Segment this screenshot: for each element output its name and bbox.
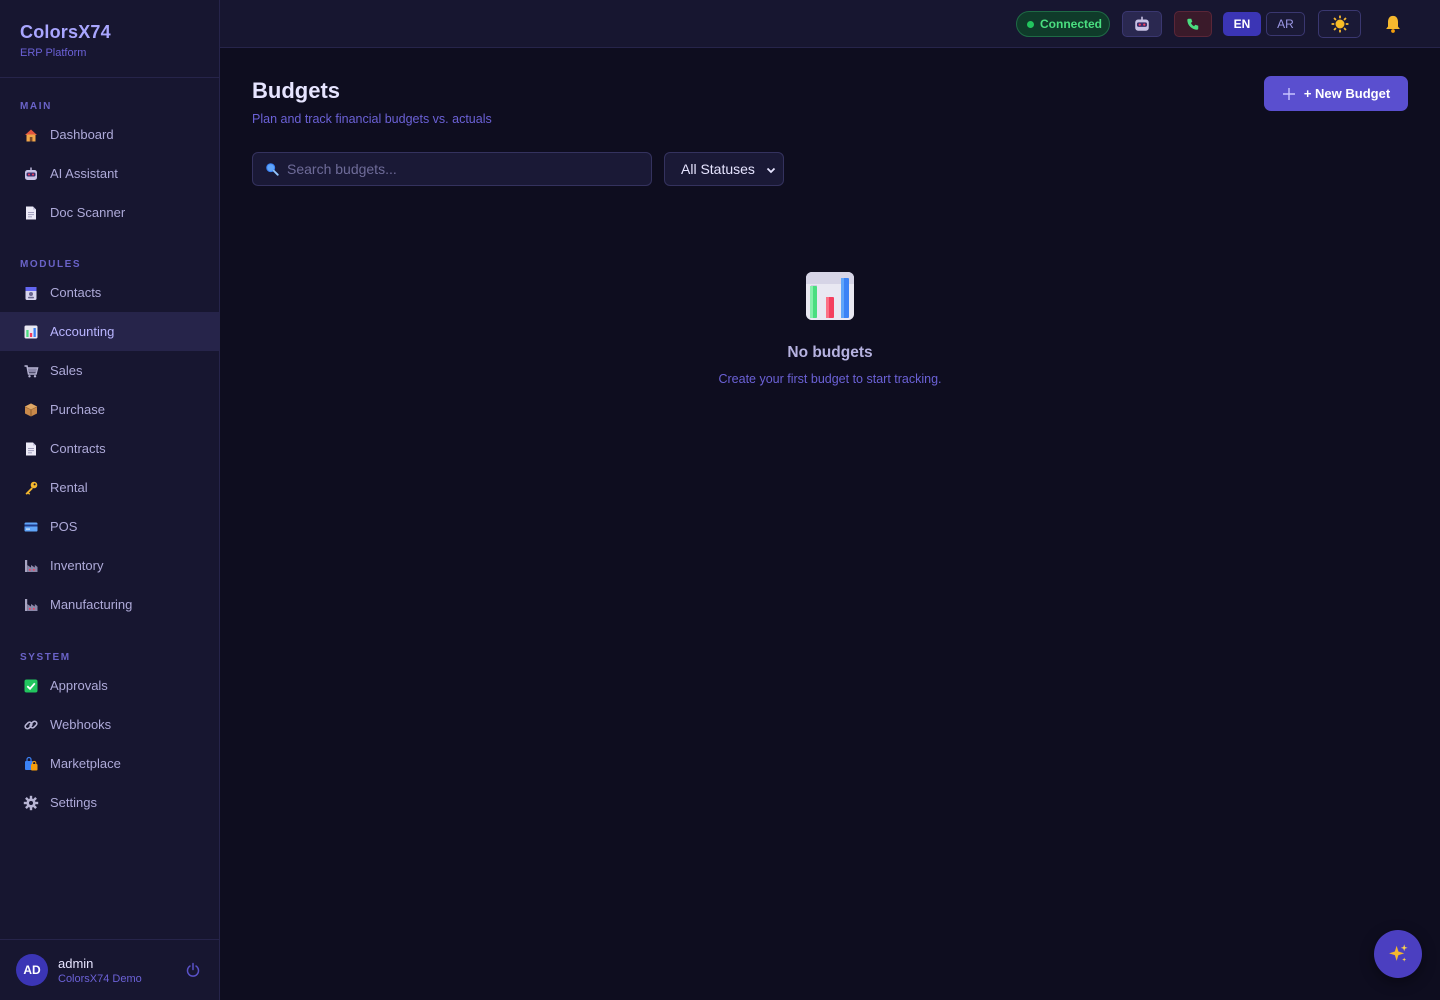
- connection-status-label: Connected: [1040, 17, 1103, 31]
- ai-sparkle-fab-button[interactable]: [1374, 930, 1422, 978]
- sidebar-item-label: Accounting: [50, 324, 115, 339]
- page-subtitle: Plan and track financial budgets vs. act…: [252, 112, 492, 126]
- sidebar-item-label: Contracts: [50, 441, 106, 456]
- document-icon: [22, 440, 40, 458]
- sun-icon: [1331, 15, 1348, 33]
- contact-card-icon: [22, 284, 40, 302]
- sidebar-item-marketplace[interactable]: Marketplace: [0, 744, 219, 783]
- search-icon: [266, 163, 279, 176]
- brand-subtitle: ERP Platform: [20, 47, 87, 59]
- gear-icon: [22, 794, 40, 812]
- power-icon: [186, 962, 200, 977]
- credit-card-icon: [22, 518, 40, 536]
- shopping-bags-icon: [22, 755, 40, 773]
- new-budget-button[interactable]: + New Budget: [1264, 76, 1408, 111]
- sidebar-item-pos[interactable]: POS: [0, 507, 219, 546]
- status-filter-select[interactable]: All Statuses: [664, 152, 784, 186]
- sidebar-item-label: Inventory: [50, 558, 104, 573]
- sidebar-item-label: Doc Scanner: [50, 205, 126, 220]
- sidebar-item-label: Webhooks: [50, 717, 112, 732]
- empty-state: No budgets Create your first budget to s…: [220, 272, 1440, 386]
- sidebar-item-contracts[interactable]: Contracts: [0, 429, 219, 468]
- app-root: ColorsX74 ERP Platform MAIN Dashboard AI…: [0, 0, 1440, 1000]
- sidebar-item-label: POS: [50, 519, 78, 534]
- brand-title: ColorsX74: [20, 22, 111, 42]
- robot-icon: [1135, 16, 1149, 31]
- key-icon: [22, 479, 40, 497]
- chevron-down-icon: [766, 167, 776, 174]
- user-name: admin: [58, 955, 94, 971]
- sidebar-item-label: Sales: [50, 363, 83, 378]
- package-icon: [22, 401, 40, 419]
- search-input[interactable]: [287, 161, 627, 177]
- check-box-icon: [22, 677, 40, 695]
- language-en-button[interactable]: EN: [1223, 12, 1261, 36]
- empty-state-title: No budgets: [787, 344, 873, 361]
- sidebar-item-settings[interactable]: Settings: [0, 783, 219, 822]
- avatar[interactable]: AD: [16, 954, 48, 986]
- sidebar-item-rental[interactable]: Rental: [0, 468, 219, 507]
- empty-state-message: Create your first budget to start tracki…: [718, 372, 942, 386]
- factory-icon: [22, 596, 40, 614]
- status-filter-value: All Statuses: [681, 161, 755, 177]
- nav-section-modules: MODULES: [20, 259, 82, 270]
- sidebar-item-dashboard[interactable]: Dashboard: [0, 115, 219, 154]
- sidebar-item-accounting[interactable]: Accounting: [0, 312, 219, 351]
- sidebar-item-label: Approvals: [50, 678, 108, 693]
- document-icon: [22, 204, 40, 222]
- sidebar-item-purchase[interactable]: Purchase: [0, 390, 219, 429]
- nav-section-main: MAIN: [20, 101, 52, 112]
- sidebar-item-label: Marketplace: [50, 756, 121, 771]
- sidebar-item-manufacturing[interactable]: Manufacturing: [0, 585, 219, 624]
- sidebar-item-label: Purchase: [50, 402, 105, 417]
- phone-icon: [1187, 18, 1199, 30]
- sidebar-item-label: Settings: [50, 795, 97, 810]
- house-icon: [22, 126, 40, 144]
- sidebar-item-inventory[interactable]: Inventory: [0, 546, 219, 585]
- bar-chart-icon: [22, 323, 40, 341]
- connection-status-badge: Connected: [1016, 11, 1110, 37]
- bell-icon: [1386, 15, 1400, 33]
- status-dot-icon: [1027, 20, 1034, 28]
- plus-icon: [1282, 87, 1295, 100]
- sidebar-item-ai-assistant[interactable]: AI Assistant: [0, 154, 219, 193]
- user-org: ColorsX74 Demo: [58, 972, 142, 985]
- user-footer: AD admin ColorsX74 Demo: [0, 939, 219, 1000]
- theme-toggle-button[interactable]: [1318, 10, 1361, 38]
- sidebar-item-webhooks[interactable]: Webhooks: [0, 705, 219, 744]
- ai-assistant-button[interactable]: [1122, 11, 1162, 37]
- sidebar-item-label: Contacts: [50, 285, 102, 300]
- user-meta: admin ColorsX74 Demo: [58, 956, 183, 985]
- sidebar-item-sales[interactable]: Sales: [0, 351, 219, 390]
- cart-icon: [22, 362, 40, 380]
- page-title: Budgets: [252, 78, 340, 103]
- sparkles-icon: [1389, 944, 1408, 962]
- brand: ColorsX74 ERP Platform: [0, 0, 219, 78]
- new-budget-label: + New Budget: [1303, 86, 1391, 101]
- sidebar-item-label: Dashboard: [50, 127, 114, 142]
- robot-icon: [22, 165, 40, 183]
- sidebar-item-label: Rental: [50, 480, 88, 495]
- notifications-button[interactable]: [1380, 11, 1406, 37]
- topbar: Connected EN AR: [220, 0, 1440, 48]
- main-content: Budgets Plan and track financial budgets…: [220, 48, 1440, 1000]
- sidebar-item-doc-scanner[interactable]: Doc Scanner: [0, 193, 219, 232]
- logout-button[interactable]: [183, 960, 203, 980]
- sidebar-item-label: AI Assistant: [50, 166, 118, 181]
- nav-section-system: SYSTEM: [20, 652, 71, 663]
- language-ar-button[interactable]: AR: [1266, 12, 1305, 36]
- bar-chart-icon: [806, 272, 854, 320]
- sidebar-item-approvals[interactable]: Approvals: [0, 666, 219, 705]
- link-icon: [22, 716, 40, 734]
- search-box: [252, 152, 652, 186]
- phone-button[interactable]: [1174, 11, 1212, 37]
- sidebar: ColorsX74 ERP Platform MAIN Dashboard AI…: [0, 0, 220, 1000]
- factory-icon: [22, 557, 40, 575]
- sidebar-item-label: Manufacturing: [50, 597, 133, 612]
- sidebar-item-contacts[interactable]: Contacts: [0, 273, 219, 312]
